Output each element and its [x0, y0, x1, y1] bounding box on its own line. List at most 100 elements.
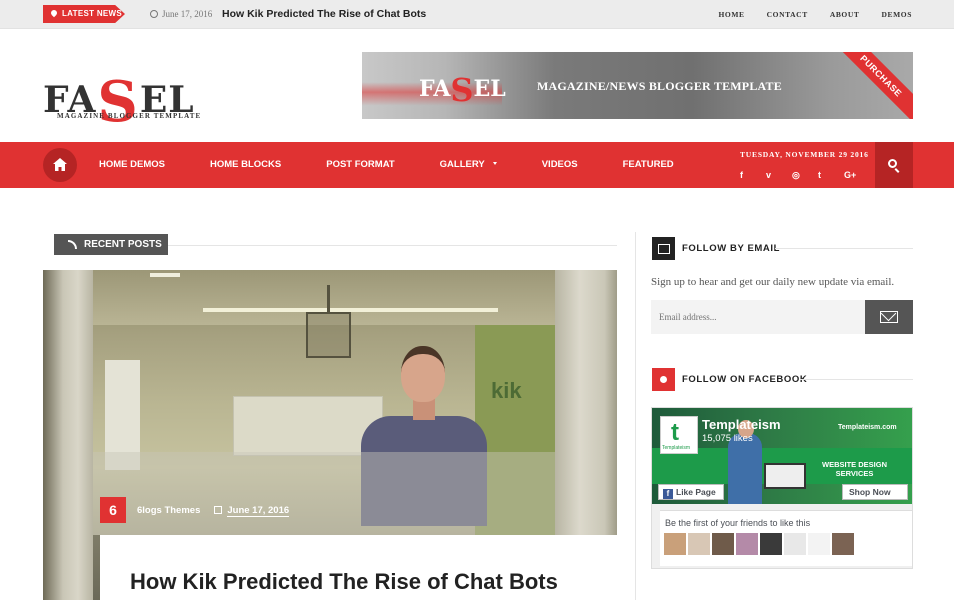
site-logo[interactable]: FASEL MAGAZINE BLOGGER TEMPLATE — [43, 50, 202, 135]
main-nav: HOME DEMOS HOME BLOCKS POST FORMAT GALLE… — [0, 142, 954, 188]
like-page-button[interactable]: f Like Page — [658, 484, 724, 500]
widget-title-follow-by-email: FOLLOW BY EMAIL — [682, 243, 781, 254]
image-frosted-glass — [93, 452, 555, 542]
nav-date: TUESDAY, NOVEMBER 29 2016 — [740, 150, 869, 159]
friends-avatars — [664, 533, 854, 555]
avatar[interactable] — [688, 533, 710, 555]
post-author[interactable]: 6logs Themes — [137, 505, 200, 516]
home-icon — [53, 158, 67, 171]
ticker-headline-link[interactable]: How Kik Predicted The Rise of Chat Bots — [222, 8, 426, 20]
nav-item-gallery-label: GALLERY — [439, 159, 485, 170]
latest-news-label: LATEST NEWS — [62, 9, 123, 18]
banner-logo-part-1: FA — [419, 76, 451, 102]
cover-service-line-1: WEBSITE DESIGN — [822, 460, 888, 469]
search-icon — [888, 159, 897, 168]
nav-item-home-blocks[interactable]: HOME BLOCKS — [210, 142, 281, 188]
banner-logo-part-3: EL — [473, 76, 506, 102]
email-icon — [652, 237, 675, 260]
facebook-page-name[interactable]: Templateism — [702, 417, 781, 432]
email-submit-button[interactable] — [865, 300, 913, 334]
social-links: f v ◎ t G+ — [740, 170, 870, 181]
facebook-page-avatar[interactable]: t Templateism — [660, 416, 698, 454]
cover-site-text: Templateism.com — [838, 424, 897, 431]
top-links: HOME CONTACT ABOUT DEMOS — [697, 10, 913, 19]
header-ad-banner[interactable]: FASEL MAGAZINE/NEWS BLOGGER TEMPLATE PUR… — [362, 52, 913, 119]
home-button[interactable] — [43, 148, 77, 182]
top-bar: LATEST NEWS June 17, 2016 How Kik Predic… — [0, 0, 954, 29]
avatar[interactable] — [832, 533, 854, 555]
email-input[interactable] — [651, 300, 865, 334]
google-plus-icon[interactable]: G+ — [844, 170, 870, 181]
post-number-badge: 6 — [100, 497, 126, 523]
cover-service-text: WEBSITE DESIGN SERVICES — [822, 460, 887, 478]
search-button[interactable] — [875, 142, 913, 188]
clock-icon — [150, 10, 158, 18]
ticker-date-text: June 17, 2016 — [162, 9, 213, 19]
facebook-icon[interactable]: f — [740, 170, 766, 181]
top-link-home[interactable]: HOME — [719, 10, 745, 19]
nav-item-videos[interactable]: VIDEOS — [542, 142, 578, 188]
rss-icon — [68, 240, 77, 249]
facebook-cover[interactable]: t Templateism Templateism 15,075 likes Te… — [652, 408, 912, 504]
widget-title-line — [800, 379, 913, 380]
flame-icon — [49, 8, 59, 18]
logo-tagline: MAGAZINE BLOGGER TEMPLATE — [57, 112, 202, 120]
friends-text: Be the first of your friends to like thi… — [665, 518, 811, 528]
widget-title-follow-on-facebook: FOLLOW ON FACEBOOK — [682, 374, 808, 385]
top-link-about[interactable]: ABOUT — [830, 10, 860, 19]
twitter-icon[interactable]: t — [818, 170, 844, 181]
calendar-icon — [214, 506, 223, 514]
banner-logo: FASEL — [419, 66, 506, 109]
widget-title-line — [775, 248, 913, 249]
post-date[interactable]: June 17, 2016 — [227, 505, 290, 517]
person-head — [401, 346, 445, 402]
top-link-demos[interactable]: DEMOS — [881, 10, 912, 19]
avatar[interactable] — [664, 533, 686, 555]
purchase-ribbon[interactable]: PURCHASE — [831, 52, 913, 119]
instagram-icon[interactable]: ◎ — [792, 170, 818, 181]
facebook-f-icon: f — [663, 489, 673, 499]
section-title-recent-posts: RECENT POSTS — [54, 234, 168, 255]
templateism-logo-icon: t — [671, 419, 679, 446]
facebook-friends-section: Be the first of your friends to like thi… — [660, 510, 912, 566]
shop-now-label: Shop Now — [849, 487, 891, 497]
banner-text: MAGAZINE/NEWS BLOGGER TEMPLATE — [537, 79, 782, 93]
ticker-date: June 17, 2016 — [150, 9, 212, 19]
avatar[interactable] — [808, 533, 830, 555]
nav-item-gallery[interactable]: GALLERY — [440, 142, 497, 188]
logo-part-2: S — [97, 69, 139, 135]
avatar-label: Templateism — [662, 445, 691, 451]
banner-logo-part-2: S — [450, 71, 474, 109]
caret-down-icon — [492, 162, 497, 165]
image-kik-logo: kik — [491, 378, 522, 403]
facebook-page-plugin: t Templateism Templateism 15,075 likes Te… — [651, 407, 913, 569]
section-divider — [168, 245, 617, 246]
shop-now-button[interactable]: Shop Now — [842, 484, 908, 500]
top-link-contact[interactable]: CONTACT — [767, 10, 808, 19]
facebook-likes-count: 15,075 likes — [702, 433, 753, 444]
image-frame-left — [43, 270, 93, 600]
nav-item-post-format[interactable]: POST FORMAT — [326, 142, 394, 188]
avatar[interactable] — [736, 533, 758, 555]
avatar[interactable] — [760, 533, 782, 555]
latest-news-badge: LATEST NEWS — [43, 5, 125, 23]
section-title-text: RECENT POSTS — [84, 239, 162, 250]
post-meta: 6logs Themes June 17, 2016 — [137, 505, 290, 517]
image-light-small — [150, 273, 180, 277]
avatar[interactable] — [784, 533, 806, 555]
nav-menu: HOME DEMOS HOME BLOCKS POST FORMAT GALLE… — [99, 142, 719, 188]
nav-item-home-demos[interactable]: HOME DEMOS — [99, 142, 165, 188]
email-widget-description: Sign up to hear and get our daily new up… — [651, 276, 895, 288]
cover-service-line-2: SERVICES — [835, 469, 874, 478]
envelope-icon — [880, 311, 898, 323]
nav-item-featured[interactable]: FEATURED — [623, 142, 674, 188]
cover-monitor — [764, 463, 806, 489]
vine-icon[interactable]: v — [766, 170, 792, 181]
like-page-label: Like Page — [676, 487, 716, 497]
avatar[interactable] — [712, 533, 734, 555]
image-lamp-rod — [327, 285, 330, 313]
image-lamp — [306, 312, 351, 358]
facebook-widget-icon — [652, 368, 675, 391]
sidebar-divider — [635, 232, 636, 600]
post-title[interactable]: How Kik Predicted The Rise of Chat Bots — [130, 569, 558, 595]
